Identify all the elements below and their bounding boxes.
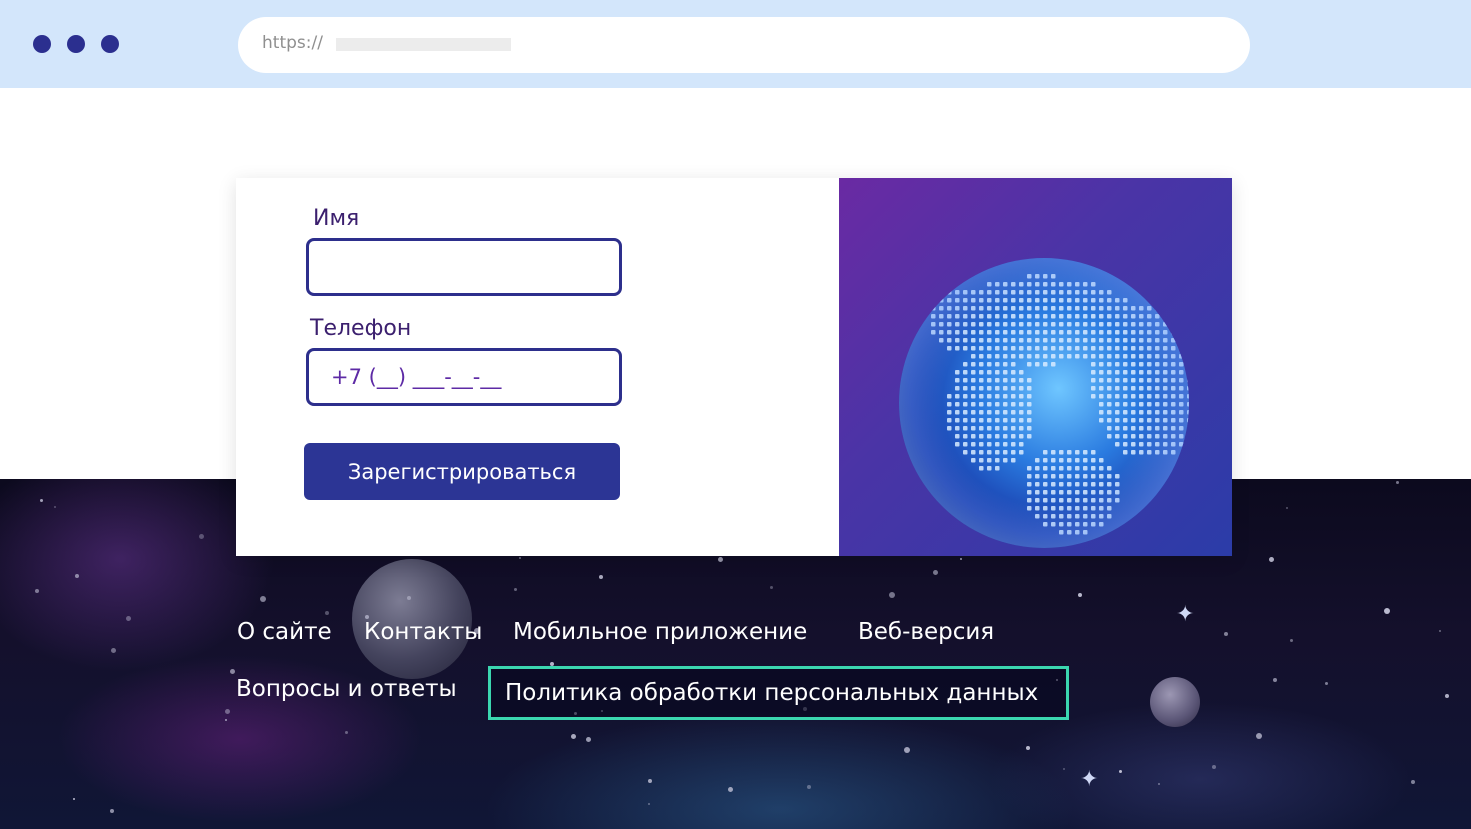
window-dot-icon[interactable] bbox=[101, 35, 119, 53]
star-decoration bbox=[1158, 783, 1160, 785]
globe-dot bbox=[1187, 370, 1189, 375]
globe-dot bbox=[1171, 314, 1176, 319]
star-decoration bbox=[345, 731, 348, 734]
star-decoration bbox=[571, 734, 576, 739]
globe-dot bbox=[1179, 346, 1184, 351]
star-decoration bbox=[260, 596, 266, 602]
star-decoration bbox=[599, 575, 603, 579]
star-decoration bbox=[1212, 765, 1216, 769]
star-decoration bbox=[648, 803, 650, 805]
globe-dot bbox=[1187, 426, 1189, 431]
globe-dot bbox=[1179, 330, 1184, 335]
star-decoration bbox=[1290, 639, 1293, 642]
star-decoration bbox=[230, 669, 235, 674]
star-decoration bbox=[111, 648, 116, 653]
star-decoration bbox=[1273, 678, 1277, 682]
url-scheme: https:// bbox=[262, 33, 323, 53]
star-decoration bbox=[54, 506, 56, 508]
name-input[interactable] bbox=[306, 238, 622, 296]
browser-toolbar: https:// bbox=[0, 0, 1471, 88]
sparkle-icon: ✦ bbox=[1176, 602, 1195, 627]
globe-dot bbox=[1187, 338, 1189, 343]
star-decoration bbox=[1439, 630, 1441, 632]
footer-link-web-version[interactable]: Веб-версия bbox=[858, 619, 994, 645]
star-decoration bbox=[126, 616, 131, 621]
star-decoration bbox=[519, 557, 521, 559]
star-decoration bbox=[514, 588, 517, 591]
footer-link-privacy-policy[interactable]: Политика обработки персональных данных bbox=[488, 666, 1069, 720]
footer-link-about[interactable]: О сайте bbox=[237, 619, 332, 645]
star-decoration bbox=[73, 798, 75, 800]
star-decoration bbox=[1396, 481, 1399, 484]
star-decoration bbox=[1063, 768, 1065, 770]
star-decoration bbox=[718, 557, 723, 562]
globe-dot bbox=[1187, 362, 1189, 367]
url-redacted bbox=[336, 38, 511, 51]
star-decoration bbox=[1078, 593, 1082, 597]
star-decoration bbox=[40, 499, 43, 502]
globe-dot bbox=[1163, 306, 1168, 311]
star-decoration bbox=[35, 589, 39, 593]
globe-dot bbox=[1187, 322, 1189, 327]
phone-label: Телефон bbox=[310, 316, 412, 341]
star-decoration bbox=[728, 787, 733, 792]
promo-image bbox=[839, 178, 1232, 556]
footer-link-faq[interactable]: Вопросы и ответы bbox=[236, 676, 457, 702]
planet-illustration bbox=[1150, 677, 1200, 727]
globe-dot bbox=[1179, 314, 1184, 319]
phone-input[interactable] bbox=[306, 348, 622, 406]
globe-dot bbox=[1187, 434, 1189, 439]
globe-dot bbox=[1187, 346, 1189, 351]
star-decoration bbox=[1286, 507, 1288, 509]
globe-dot bbox=[1155, 306, 1160, 311]
window-dot-icon[interactable] bbox=[67, 35, 85, 53]
star-decoration bbox=[960, 558, 962, 560]
star-decoration bbox=[1256, 733, 1262, 739]
star-decoration bbox=[904, 747, 910, 753]
globe-dot bbox=[1179, 338, 1184, 343]
globe-dot bbox=[1163, 314, 1168, 319]
globe-dot bbox=[1187, 330, 1189, 335]
star-decoration bbox=[807, 785, 811, 789]
star-decoration bbox=[199, 534, 204, 539]
star-decoration bbox=[1224, 632, 1228, 636]
star-decoration bbox=[75, 574, 79, 578]
star-decoration bbox=[1384, 608, 1390, 614]
footer-link-mobile-app[interactable]: Мобильное приложение bbox=[513, 619, 807, 645]
register-button[interactable]: Зарегистрироваться bbox=[304, 443, 620, 500]
star-decoration bbox=[407, 596, 411, 600]
globe-dot bbox=[1171, 306, 1176, 311]
star-decoration bbox=[648, 779, 652, 783]
star-decoration bbox=[1325, 682, 1328, 685]
address-bar[interactable]: https:// bbox=[238, 17, 1250, 73]
star-decoration bbox=[1411, 780, 1415, 784]
registration-card: Имя Телефон Зарегистрироваться bbox=[236, 178, 1232, 556]
sparkle-icon: ✦ bbox=[1080, 767, 1099, 792]
globe-illustration bbox=[899, 258, 1189, 548]
star-decoration bbox=[933, 570, 938, 575]
star-decoration bbox=[225, 719, 227, 721]
star-decoration bbox=[1119, 770, 1122, 773]
globe-dot bbox=[1171, 330, 1176, 335]
globe-dot bbox=[1179, 322, 1184, 327]
star-decoration bbox=[110, 809, 114, 813]
star-decoration bbox=[325, 611, 329, 615]
star-decoration bbox=[770, 586, 773, 589]
globe-dot bbox=[1187, 378, 1189, 383]
star-decoration bbox=[1445, 694, 1449, 698]
star-decoration bbox=[1026, 746, 1030, 750]
globe-dot bbox=[1187, 354, 1189, 359]
globe-dot bbox=[1171, 322, 1176, 327]
footer-link-contacts[interactable]: Контакты bbox=[364, 619, 482, 645]
star-decoration bbox=[1269, 557, 1274, 562]
star-decoration bbox=[889, 592, 895, 598]
name-label: Имя bbox=[313, 206, 360, 231]
star-decoration bbox=[586, 737, 591, 742]
star-decoration bbox=[225, 709, 230, 714]
window-dot-icon[interactable] bbox=[33, 35, 51, 53]
